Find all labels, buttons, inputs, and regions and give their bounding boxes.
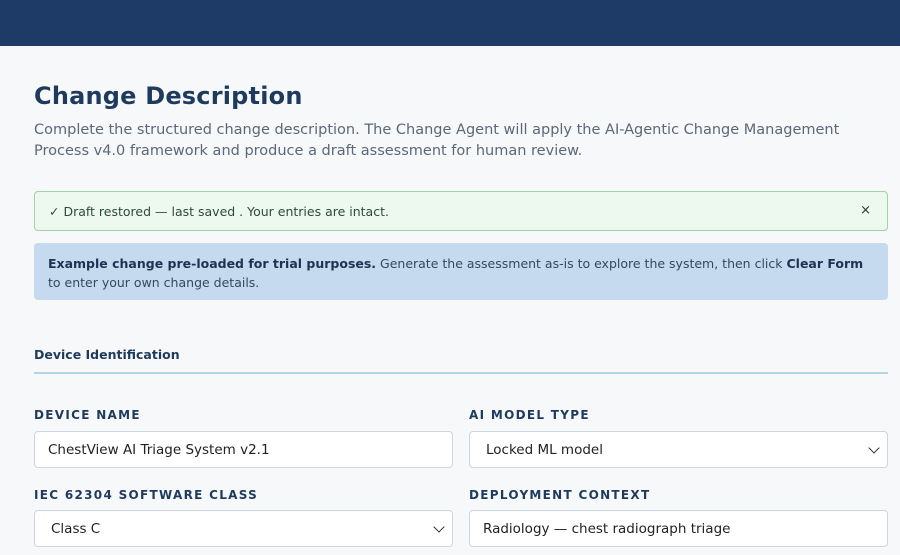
- ai-model-type-select[interactable]: Locked ML model: [469, 431, 888, 468]
- ai-model-type-value: Locked ML model: [486, 441, 603, 458]
- draft-restored-alert: ✓ Draft restored — last saved . Your ent…: [34, 191, 888, 231]
- software-class-label: IEC 62304 Software Class: [34, 488, 259, 502]
- device-name-value: ChestView AI Triage System v2.1: [48, 441, 270, 458]
- section-title-device-identification: Device Identification: [34, 347, 180, 362]
- section-divider: [34, 372, 888, 374]
- example-lead-text: Example change pre-loaded for trial purp…: [48, 256, 377, 271]
- example-tail-text: to enter your own change details.: [48, 275, 260, 290]
- page-intro: Complete the structured change descripti…: [34, 122, 840, 159]
- top-header-bar: [0, 0, 900, 46]
- deployment-context-label: Deployment Context: [469, 488, 651, 502]
- software-class-value: Class C: [51, 520, 101, 537]
- example-info-alert: Example change pre-loaded for trial purp…: [34, 243, 888, 300]
- close-icon[interactable]: ×: [860, 203, 871, 218]
- device-name-input[interactable]: ChestView AI Triage System v2.1: [34, 431, 453, 468]
- deployment-context-value: Radiology — chest radiograph triage: [483, 520, 731, 537]
- device-name-label: Device Name: [34, 408, 141, 422]
- deployment-context-input[interactable]: Radiology — chest radiograph triage: [469, 510, 888, 547]
- chevron-down-icon: [433, 521, 445, 533]
- chevron-down-icon: [868, 442, 880, 454]
- example-body-text: Generate the assessment as-is to explore…: [376, 256, 787, 271]
- draft-restored-message: ✓ Draft restored — last saved . Your ent…: [49, 204, 389, 219]
- page-title: Change Description: [34, 82, 303, 110]
- main-content: Change Description Complete the structur…: [0, 46, 900, 555]
- software-class-select[interactable]: Class C: [34, 510, 453, 547]
- ai-model-type-label: AI Model Type: [469, 408, 590, 422]
- clear-form-reference: Clear Form: [786, 256, 864, 271]
